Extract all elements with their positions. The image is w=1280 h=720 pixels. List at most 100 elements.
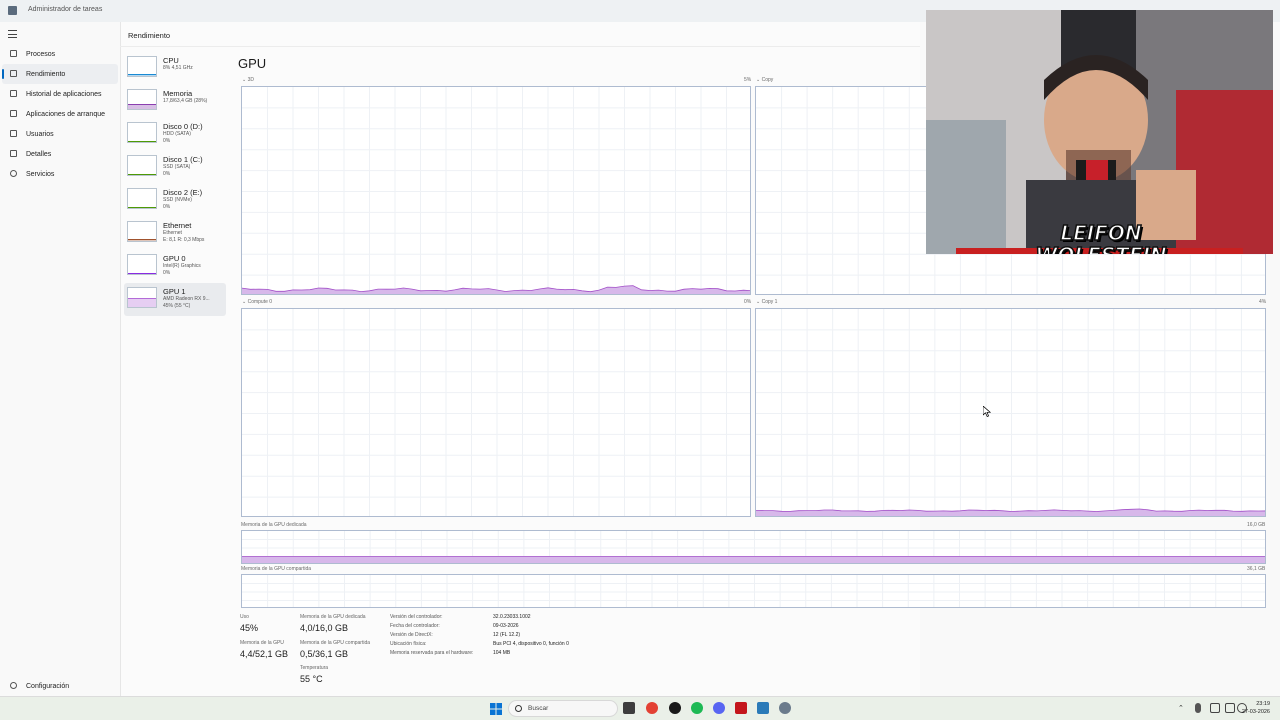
engine-name: 3D: [247, 77, 254, 83]
app-icon-blue[interactable]: [757, 702, 769, 714]
stat-compartida-value: 0,5/36,1 GB: [300, 649, 349, 659]
settings-row[interactable]: Configuración: [2, 676, 118, 696]
perf-item-ethernet[interactable]: Ethernet Ethernet E: 8,1 R: 0,3 Mbps: [124, 217, 226, 250]
chevron-up-icon[interactable]: ⌃: [1178, 704, 1186, 712]
performance-icon: [10, 70, 17, 77]
perf-thumbnail-fill: [128, 273, 156, 274]
perf-subtext: 0%: [163, 203, 171, 210]
nav-item-detalles[interactable]: Detalles: [2, 144, 118, 164]
page-title: Rendimiento: [128, 31, 171, 40]
gpu-heading: GPU: [238, 56, 267, 71]
monitor-icon[interactable]: [1210, 703, 1220, 713]
perf-subtext: Ethernet: [163, 230, 182, 236]
perf-item-cpu[interactable]: CPU 8% 4,51 GHz: [124, 52, 226, 85]
perf-name: GPU 0: [163, 254, 186, 263]
details-icon: [10, 150, 17, 157]
perf-subtext: E: 8,1 R: 0,3 Mbps: [163, 236, 205, 243]
nav-item-arranque[interactable]: Aplicaciones de arranque: [2, 104, 118, 124]
nav-label: Historial de aplicaciones: [26, 90, 102, 98]
app-icon-dark[interactable]: [669, 702, 681, 714]
engine-name: Copy 1: [761, 299, 778, 305]
graph-copy1-plot: [756, 309, 1265, 516]
nav-item-procesos[interactable]: Procesos: [2, 44, 118, 64]
microphone-icon[interactable]: [1195, 703, 1201, 713]
perf-subtext: 8% 4,51 GHz: [163, 65, 193, 71]
perf-thumbnail: [127, 254, 157, 275]
system-clock[interactable]: 23:19 27-03-2026: [1242, 700, 1270, 716]
nav-item-servicios[interactable]: Servicios: [2, 164, 118, 184]
graph-shared-memory: [241, 574, 1266, 608]
start-button[interactable]: [490, 702, 502, 715]
engine-label-compute0[interactable]: ⌄ Compute 0: [242, 299, 272, 305]
perf-item-disco-0-d[interactable]: Disco 0 (D:) HDD (SATA) 0%: [124, 118, 226, 151]
engine-value-3d: 5%: [744, 77, 752, 83]
shared-memory-max: 36,1 GB: [1247, 566, 1266, 572]
taskbar-search[interactable]: Buscar: [508, 700, 618, 717]
task-manager-taskbar-icon[interactable]: [779, 702, 791, 714]
clock-time: 23:19: [1256, 701, 1270, 707]
engine-name: Compute 0: [247, 299, 273, 305]
perf-thumbnail: [127, 155, 157, 176]
engine-value-compute0: 0%: [744, 299, 752, 305]
history-icon: [10, 90, 17, 97]
perf-item-gpu-1[interactable]: GPU 1 AMD Radeon RX 9... 45% (55 °C): [124, 283, 226, 316]
users-icon: [10, 130, 17, 137]
nav-label: Usuarios: [26, 130, 54, 138]
perf-item-memoria[interactable]: Memoria 17,8/63,4 GB (28%): [124, 85, 226, 118]
perf-thumbnail: [127, 221, 157, 242]
header-divider: [120, 46, 920, 47]
engine-value-copy1: 4%: [1259, 299, 1267, 305]
nav-item-configuracion[interactable]: Configuración: [2, 676, 118, 696]
perf-thumbnail: [127, 287, 157, 308]
engine-label-3d[interactable]: ⌄ 3D: [242, 77, 254, 83]
perf-thumbnail-fill: [128, 141, 156, 142]
shared-memory-label: Memoria de la GPU compartida: [241, 566, 312, 572]
file-explorer-icon[interactable]: [623, 702, 635, 714]
perf-thumbnail-fill: [128, 207, 156, 208]
windows-logo-icon: [490, 703, 502, 715]
menu-icon[interactable]: [8, 30, 17, 38]
webcam-logo-text: LEIFON WOLFSTEIN: [1035, 221, 1168, 254]
perf-subtext: 0%: [163, 137, 171, 144]
graph-dedicated-memory: [241, 530, 1266, 564]
perf-name: Disco 1 (C:): [163, 155, 203, 164]
perf-thumbnail-fill: [128, 298, 156, 307]
network-icon[interactable]: [1225, 703, 1235, 713]
window-title: Administrador de tareas: [28, 6, 103, 13]
spotify-icon[interactable]: [691, 702, 703, 714]
nav-item-usuarios[interactable]: Usuarios: [2, 124, 118, 144]
perf-subtext: 17,8/63,4 GB (28%): [163, 98, 208, 104]
perf-thumbnail: [127, 89, 157, 110]
perf-thumbnail: [127, 122, 157, 143]
engine-label-copy[interactable]: ⌄ Copy: [756, 77, 773, 83]
webcam-overlay: LEIFON WOLFSTEIN: [926, 10, 1273, 254]
engine-label-copy1[interactable]: ⌄ Copy 1: [756, 299, 777, 305]
performance-list: CPU 8% 4,51 GHz Memoria 17,8/63,4 GB (28%) D…: [124, 52, 226, 316]
graph-3d-plot: [242, 87, 750, 294]
discord-icon[interactable]: [713, 702, 725, 714]
dedicated-memory-plot: [242, 531, 1265, 563]
processes-icon: [10, 50, 17, 57]
dedicated-memory-label: Memoria de la GPU dedicada: [241, 522, 307, 528]
dedicated-memory-max: 16,0 GB: [1247, 522, 1266, 528]
nav-label: Servicios: [26, 170, 55, 178]
info-value-directx: 12 (FL 12.2): [493, 632, 521, 638]
stat-uso-value: 45%: [240, 623, 259, 633]
search-icon: [515, 705, 522, 712]
perf-thumbnail-fill: [128, 174, 156, 175]
perf-item-disco-2-e[interactable]: Disco 2 (E:) SSD (NVMe) 0%: [124, 184, 226, 217]
chrome-icon[interactable]: [646, 702, 658, 714]
webcam-feed-image: [926, 10, 1273, 254]
perf-thumbnail-fill: [128, 103, 156, 109]
graph-copy1: [755, 308, 1266, 517]
app-icon-red[interactable]: [735, 702, 747, 714]
perf-item-gpu-0[interactable]: GPU 0 Intel(R) Graphics 0%: [124, 250, 226, 283]
stat-temp-label: Temperatura: [300, 665, 329, 671]
stat-mem-gpu-label: Memoria de la GPU: [240, 640, 284, 646]
search-placeholder: Buscar: [528, 705, 549, 712]
nav-label: Detalles: [26, 150, 52, 158]
nav-item-historial[interactable]: Historial de aplicaciones: [2, 84, 118, 104]
perf-name: Memoria: [163, 89, 193, 98]
perf-item-disco-1-c[interactable]: Disco 1 (C:) SSD (SATA) 0%: [124, 151, 226, 184]
nav-item-rendimiento[interactable]: Rendimiento: [2, 64, 118, 84]
